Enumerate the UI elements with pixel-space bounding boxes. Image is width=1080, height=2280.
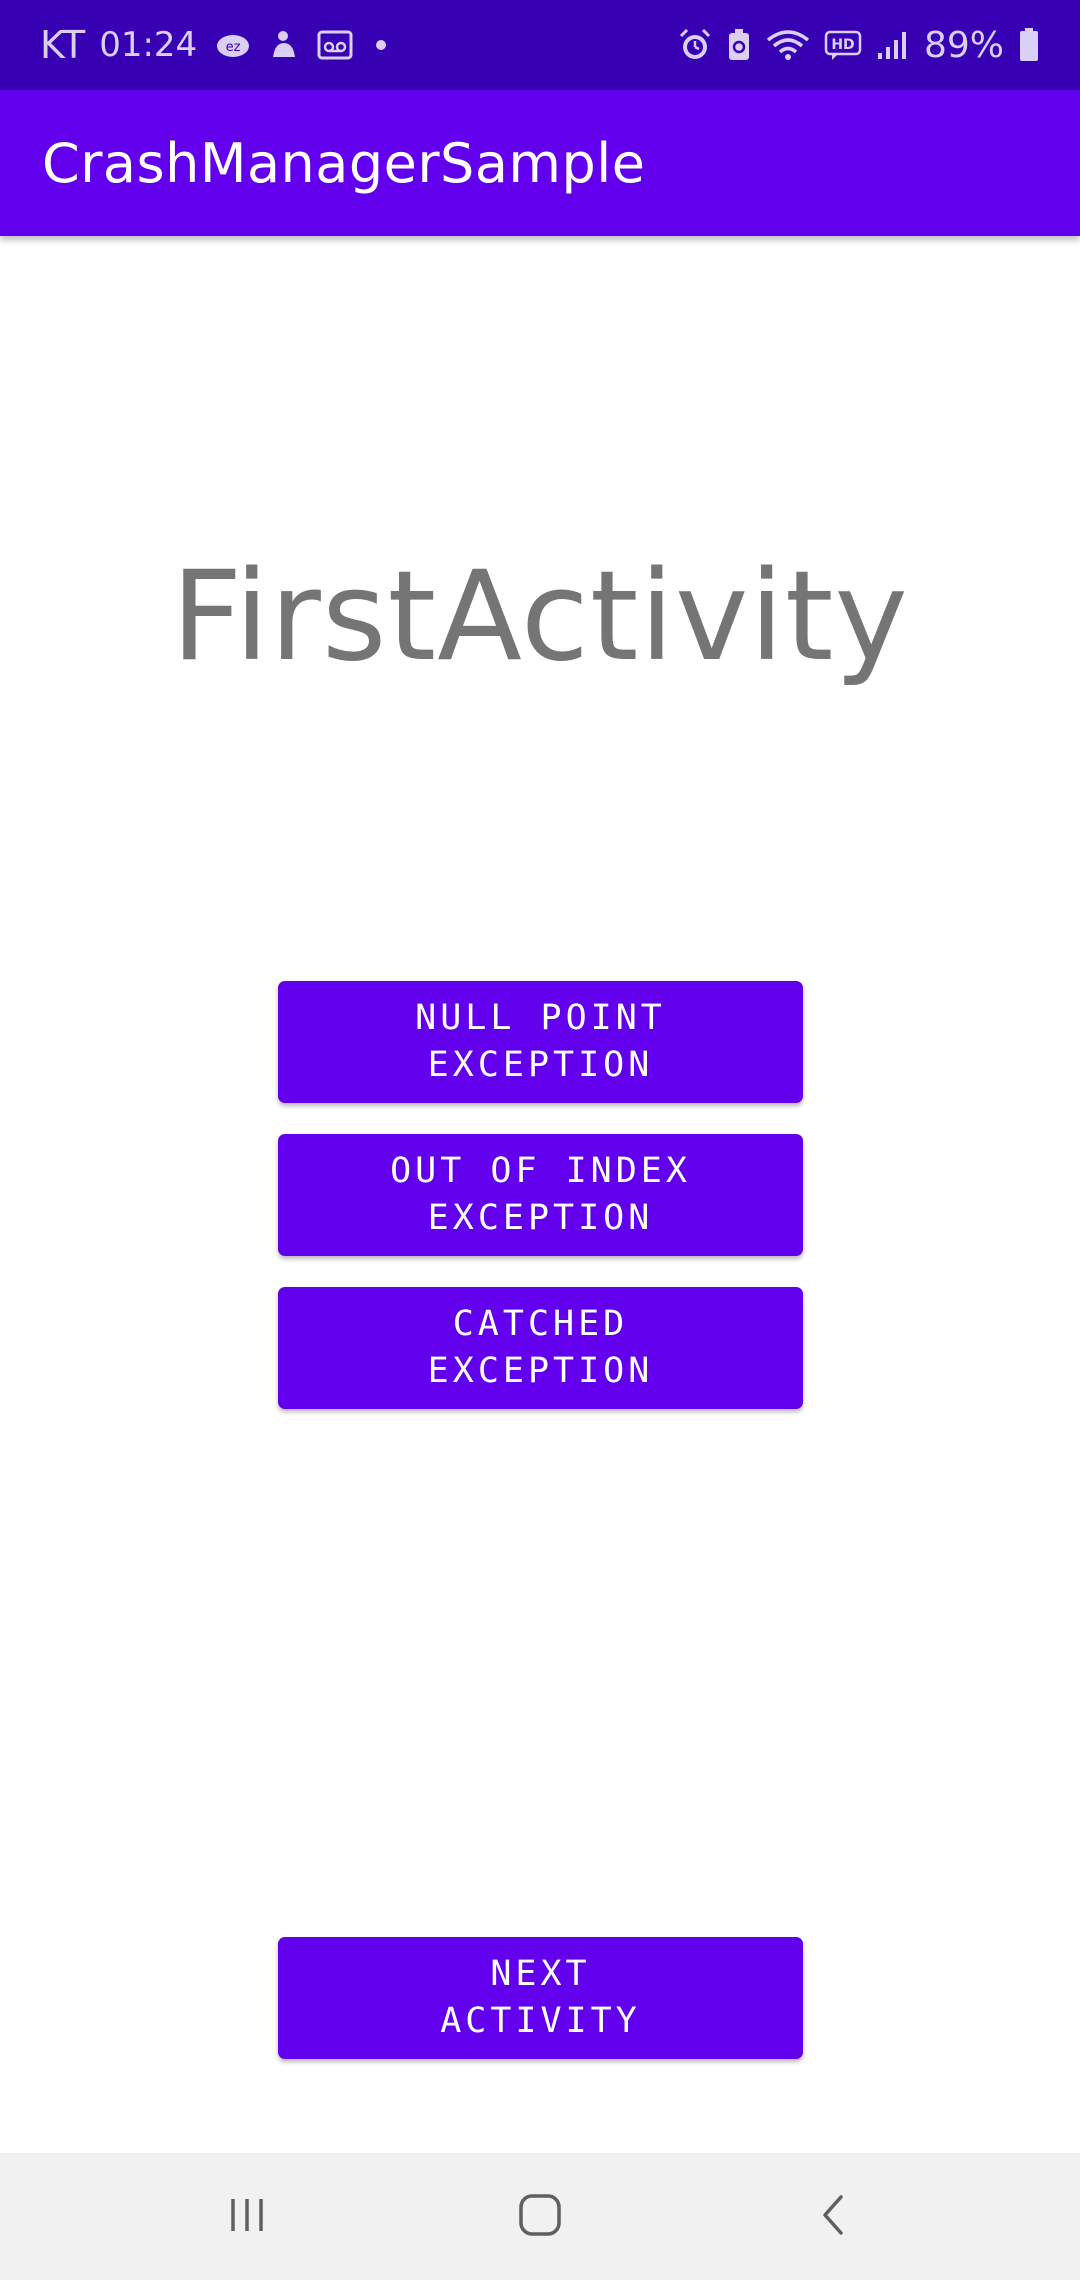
signal-icon: [876, 29, 910, 61]
app-title: CrashManagerSample: [42, 131, 646, 195]
null-point-exception-label: NULL POINT EXCEPTION: [415, 998, 666, 1085]
battery-percent: 89%: [923, 24, 1004, 66]
status-left: KT 01:24 ez: [40, 23, 391, 67]
navigation-bar: [0, 2153, 1080, 2280]
wifi-icon: [766, 28, 810, 62]
back-icon: [813, 2191, 853, 2243]
alarm-icon: [678, 28, 712, 62]
home-icon: [516, 2191, 564, 2243]
status-bar: KT 01:24 ez HD 89%: [0, 0, 1080, 90]
carrier-label: KT: [40, 23, 86, 67]
dot-icon: [371, 35, 391, 55]
page-heading: FirstActivity: [171, 545, 909, 689]
screen: KT 01:24 ez HD 89% CrashManagerSample Fi…: [0, 0, 1080, 2280]
app-bar: CrashManagerSample: [0, 90, 1080, 236]
out-of-index-exception-label: OUT OF INDEX EXCEPTION: [390, 1151, 691, 1238]
null-point-exception-button[interactable]: NULL POINT EXCEPTION: [278, 981, 803, 1103]
battery-saver-icon: [726, 28, 752, 62]
next-activity-button[interactable]: NEXT ACTIVITY: [278, 1937, 803, 2059]
svg-text:HD: HD: [831, 37, 854, 53]
next-activity-label: NEXT ACTIVITY: [440, 1954, 641, 2041]
catched-exception-button[interactable]: CATCHED EXCEPTION: [278, 1287, 803, 1409]
battery-icon: [1018, 27, 1040, 63]
home-button[interactable]: [480, 2167, 600, 2267]
back-button[interactable]: [773, 2167, 893, 2267]
hd-voice-icon: HD: [824, 29, 862, 61]
catched-exception-label: CATCHED EXCEPTION: [427, 1304, 654, 1391]
status-right: HD 89%: [678, 25, 1040, 66]
status-time: 01:24: [99, 25, 198, 65]
svg-text:ez: ez: [226, 40, 241, 55]
voicemail-icon: [317, 30, 353, 60]
ez-cloud-icon: ez: [215, 31, 251, 59]
recents-button[interactable]: [187, 2167, 307, 2267]
out-of-index-exception-button[interactable]: OUT OF INDEX EXCEPTION: [278, 1134, 803, 1256]
user-notification-icon: [269, 29, 299, 61]
recents-icon: [225, 2193, 269, 2241]
